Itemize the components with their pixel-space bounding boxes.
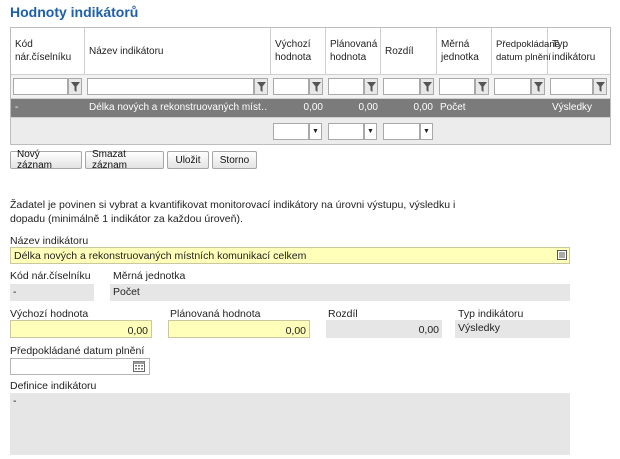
nazev-value: Délka nových a rekonstruovaných místních… [14,250,307,262]
rozdil-field: 0,00 [326,320,442,338]
definice-field: - [10,393,570,455]
filter-input-jednotka[interactable] [439,78,475,95]
indicator-grid: Kód nár.číselníku Název indikátoru Výcho… [10,27,611,145]
info-text: Žadatel je povinen si vybrat a kvantifik… [10,199,456,225]
chevron-down-icon[interactable]: ▼ [309,123,322,140]
filter-input-datum[interactable] [494,78,531,95]
jednotka-value: Počet [113,286,140,298]
column-header-planovana[interactable]: Plánovaná hodnota [326,28,381,74]
nazev-label: Název indikátoru [10,235,89,247]
summary-select-vychozi[interactable] [273,123,309,140]
vychozi-field[interactable]: 0,00 [10,320,152,338]
kod-value: - [13,286,17,298]
vychozi-label: Výchozí hodnota [10,308,89,320]
summary-select-planovana[interactable] [328,123,364,140]
rozdil-label: Rozdíl [328,308,358,320]
filter-icon[interactable] [68,78,82,95]
definice-label: Definice indikátoru [10,380,97,392]
filter-input-nazev[interactable] [87,78,254,95]
cell-rozdil: 0,00 [413,102,433,113]
filter-icon[interactable] [475,78,489,95]
column-header-jednotka[interactable]: Měrná jednotka [437,28,492,74]
chevron-down-icon[interactable]: ▼ [364,123,377,140]
filter-icon[interactable] [364,78,378,95]
page-title: Hodnoty indikátorů [10,4,139,20]
filter-input-kod[interactable] [13,78,68,95]
column-header-kod[interactable]: Kód nár.číselníku [11,28,85,74]
calendar-icon[interactable] [133,361,145,372]
jednotka-field: Počet [110,284,570,301]
cell-jednotka: Počet [440,102,466,113]
filter-input-typ[interactable] [550,78,593,95]
save-button[interactable]: Uložit [167,151,209,169]
filter-input-rozdil[interactable] [383,78,420,95]
filter-icon[interactable] [593,78,607,95]
kod-label: Kód nár.číselníku [10,270,91,282]
cell-planovana: 0,00 [358,102,378,113]
nazev-field[interactable]: Délka nových a rekonstruovaných místních… [10,247,570,264]
planovana-label: Plánovaná hodnota [170,308,261,320]
typ-field: Výsledky [455,320,570,338]
filter-icon[interactable] [254,78,268,95]
column-header-typ[interactable]: Typ indikátoru [548,28,610,74]
filter-icon[interactable] [309,78,323,95]
summary-row: ▼ ▼ ▼ [11,117,610,144]
column-header-vychozi[interactable]: Výchozí hodnota [271,28,326,74]
new-record-button[interactable]: Nový záznam [10,149,82,171]
filter-row [11,75,610,99]
cell-nazev: Délka nových a rekonstruovaných míst… [89,102,267,113]
planovana-field[interactable]: 0,00 [168,320,310,338]
datum-label: Předpokládané datum plnění [10,345,145,357]
list-icon[interactable] [557,250,567,260]
cell-typ: Výsledky [552,102,593,113]
table-row[interactable]: - Délka nových a rekonstruovaných míst… … [11,99,610,117]
filter-input-planovana[interactable] [328,78,364,95]
filter-icon[interactable] [531,78,545,95]
jednotka-label: Měrná jednotka [113,270,186,282]
kod-field: - [10,284,94,301]
cell-kod: - [15,102,19,113]
summary-select-rozdil[interactable] [383,123,420,140]
filter-input-vychozi[interactable] [273,78,309,95]
chevron-down-icon[interactable]: ▼ [420,123,433,140]
typ-label: Typ indikátoru [458,308,524,320]
cancel-button[interactable]: Storno [212,151,257,169]
datum-field[interactable] [10,358,150,375]
column-header-rozdil[interactable]: Rozdíl [381,28,437,74]
filter-icon[interactable] [420,78,434,95]
delete-record-button[interactable]: Smazat záznam [85,149,164,171]
column-header-datum[interactable]: Předpokládané datum plnění [492,28,560,74]
column-header-nazev[interactable]: Název indikátoru [85,28,271,74]
cell-vychozi: 0,00 [303,102,323,113]
